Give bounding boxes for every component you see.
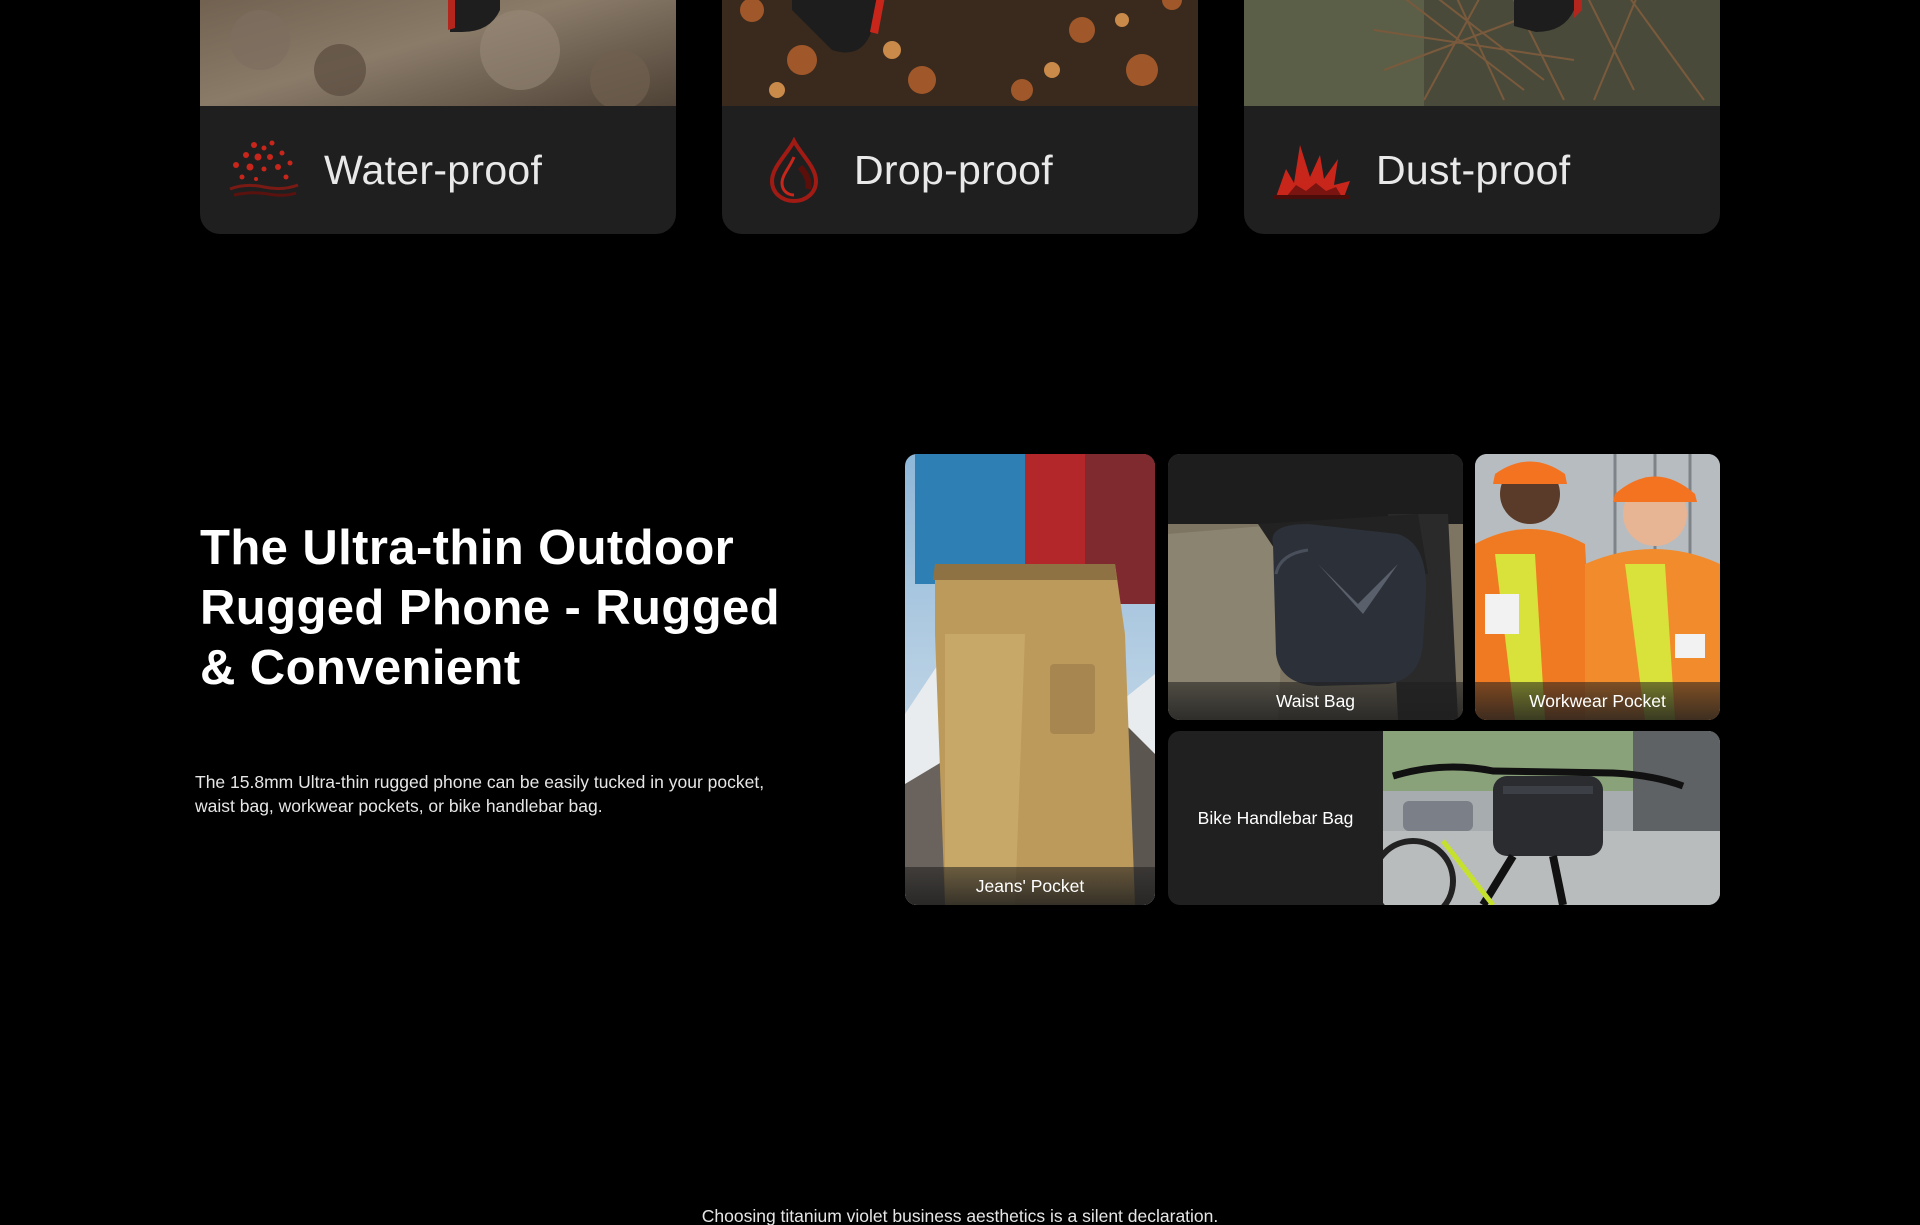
feature-card-dropproof: Drop-proof (722, 0, 1198, 234)
feature-title: Water-proof (324, 146, 543, 193)
description-line: The 15.8mm Ultra-thin rugged phone can b… (195, 772, 765, 792)
waist-bag-tile: Waist Bag (1168, 454, 1463, 720)
jeans-pocket-tile: Jeans' Pocket (905, 454, 1155, 905)
section-description: The 15.8mm Ultra-thin rugged phone can b… (195, 770, 845, 818)
feature-title: Drop-proof (854, 146, 1053, 193)
waist-bag-photo (1168, 454, 1463, 720)
next-section-teaser: Choosing titanium violet business aesthe… (701, 1206, 1219, 1225)
headline-line: Rugged Phone - Rugged (200, 581, 781, 635)
workwear-pocket-caption: Workwear Pocket (1475, 682, 1720, 720)
drop-impact-icon (752, 134, 836, 206)
feature-card-waterproof: Water-proof (200, 0, 676, 234)
water-drops-icon (222, 134, 306, 206)
workwear-pocket-tile: Workwear Pocket (1475, 454, 1720, 720)
waterproof-photo (200, 0, 676, 106)
feature-title: Dust-proof (1376, 146, 1571, 193)
bike-handlebar-bag-tile: Bike Handlebar Bag (1168, 731, 1720, 905)
headline-line: & Convenient (200, 641, 521, 695)
jeans-pocket-caption: Jeans' Pocket (905, 867, 1155, 905)
dust-burst-icon (1270, 134, 1354, 206)
workwear-pocket-photo (1475, 454, 1720, 720)
feature-card-dustproof: Dust-proof (1244, 0, 1720, 234)
section-headline: The Ultra-thin Outdoor Rugged Phone - Ru… (200, 518, 840, 698)
headline-line: The Ultra-thin Outdoor (200, 521, 735, 575)
bike-handlebar-bag-photo (1383, 731, 1720, 905)
bike-handlebar-bag-caption: Bike Handlebar Bag (1197, 807, 1354, 828)
dropproof-photo (722, 0, 1198, 106)
dustproof-photo (1244, 0, 1720, 106)
waist-bag-caption: Waist Bag (1168, 682, 1463, 720)
description-line: waist bag, workwear pockets, or bike han… (195, 796, 603, 816)
jeans-pocket-photo (905, 454, 1155, 905)
